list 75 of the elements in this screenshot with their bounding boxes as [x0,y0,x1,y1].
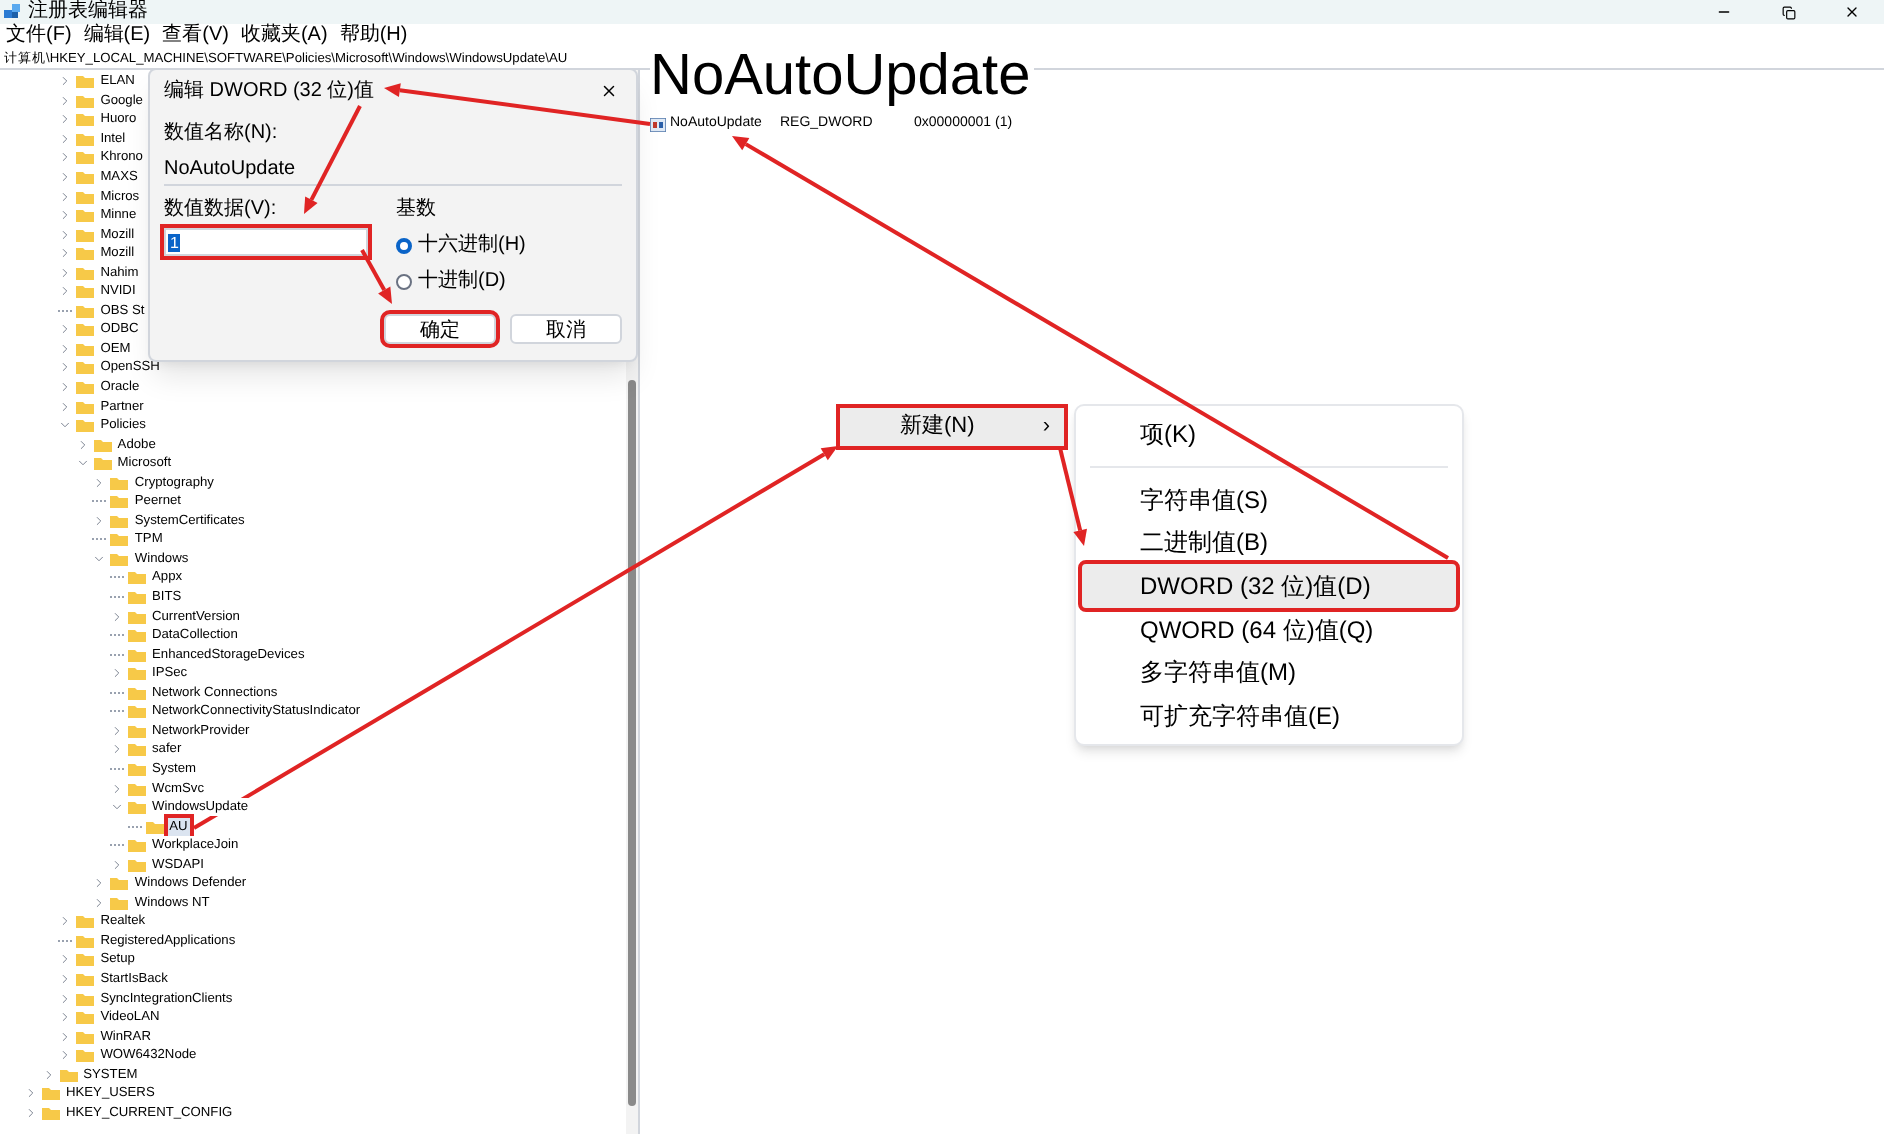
expand-icon[interactable] [41,1067,56,1082]
expand-icon[interactable] [58,380,73,395]
scrollbar-thumb[interactable] [628,380,636,1106]
dialog-button[interactable]: 取消 [510,314,622,344]
menu-item[interactable]: 文件(F) [6,24,72,48]
expand-icon[interactable] [58,971,73,986]
expand-icon[interactable] [58,399,73,414]
value-name-field[interactable]: NoAutoUpdate [164,156,622,186]
expand-icon[interactable] [58,227,73,242]
expand-icon[interactable] [58,170,73,184]
expand-icon[interactable] [92,513,107,528]
expand-icon[interactable] [58,284,73,299]
collapse-icon[interactable] [75,456,90,471]
expand-icon[interactable] [110,742,124,757]
expand-icon[interactable] [110,609,124,624]
menu-item[interactable]: 新建(N) › [840,408,1064,446]
expand-icon[interactable] [58,208,73,223]
annotation-arrow [360,249,392,304]
menu-item[interactable]: 查看(V) [162,24,229,48]
expand-icon[interactable] [58,1010,73,1025]
dialog-title: 编辑 DWORD (32 位)值 [164,77,374,105]
expand-icon[interactable] [58,360,73,375]
expand-icon[interactable] [58,1029,73,1044]
radio-button[interactable] [396,273,412,289]
radio-label[interactable]: 十六进制(H) [418,230,526,260]
expand-icon[interactable] [110,781,124,795]
value-data-field[interactable]: 1 [164,228,368,256]
registry-icon [4,4,20,20]
expand-icon[interactable] [58,952,73,967]
menu-item[interactable]: QWORD (64 位)值(Q) [1082,607,1456,651]
expand-icon[interactable] [92,475,107,490]
expand-icon[interactable] [58,150,73,165]
expand-icon[interactable] [58,341,73,356]
expand-icon[interactable] [92,876,107,891]
expand-icon[interactable] [58,93,73,108]
collapse-icon[interactable] [58,418,73,433]
radio-button[interactable] [396,237,412,253]
expand-icon[interactable] [58,1048,73,1063]
menu-item[interactable]: 二进制值(B) [1082,520,1456,565]
expand-icon[interactable] [58,322,73,337]
expand-icon[interactable] [24,1105,38,1120]
expand-icon[interactable] [58,74,73,89]
expand-icon[interactable] [58,189,73,204]
close-icon [599,81,617,99]
expand-icon[interactable] [92,895,107,910]
field-label: 数值数据(V): [164,196,279,224]
menu-item[interactable]: 帮助(H) [339,24,408,48]
expand-icon[interactable] [58,991,73,1006]
radio-label[interactable]: 十进制(D) [418,266,506,296]
expand-icon[interactable] [58,265,73,280]
expand-icon[interactable] [58,914,73,929]
menu-item[interactable]: 字符串值(S) [1082,477,1456,521]
expand-icon[interactable] [75,437,90,452]
expand-icon[interactable] [110,857,124,872]
menu-item[interactable]: 编辑(E) [83,24,151,48]
close-icon [1844,4,1860,20]
collapse-icon[interactable] [110,800,124,815]
menu-item[interactable]: 项(K) [1082,412,1456,456]
annotation-arrow [304,105,362,214]
restore-icon [1781,5,1795,19]
expand-icon[interactable] [110,723,124,738]
expand-icon[interactable] [110,666,124,681]
menu-item[interactable]: 收藏夹(A) [240,24,328,48]
menu-item[interactable]: 多字符串值(M) [1082,650,1456,695]
expand-icon[interactable] [58,131,73,146]
expand-icon[interactable] [58,246,73,261]
binary-value-icon [650,118,666,132]
menu-item[interactable]: 可扩充字符串值(E) [1082,694,1456,738]
expand-icon[interactable] [58,112,73,127]
group-label: 基数 [396,195,438,224]
menu-item[interactable]: DWORD (32 位)值(D) [1082,564,1456,608]
dialog-button[interactable]: 确定 [384,314,496,344]
expand-icon[interactable] [24,1086,38,1101]
field-label: 数值名称(N): [164,120,280,148]
collapse-icon[interactable] [92,551,107,566]
